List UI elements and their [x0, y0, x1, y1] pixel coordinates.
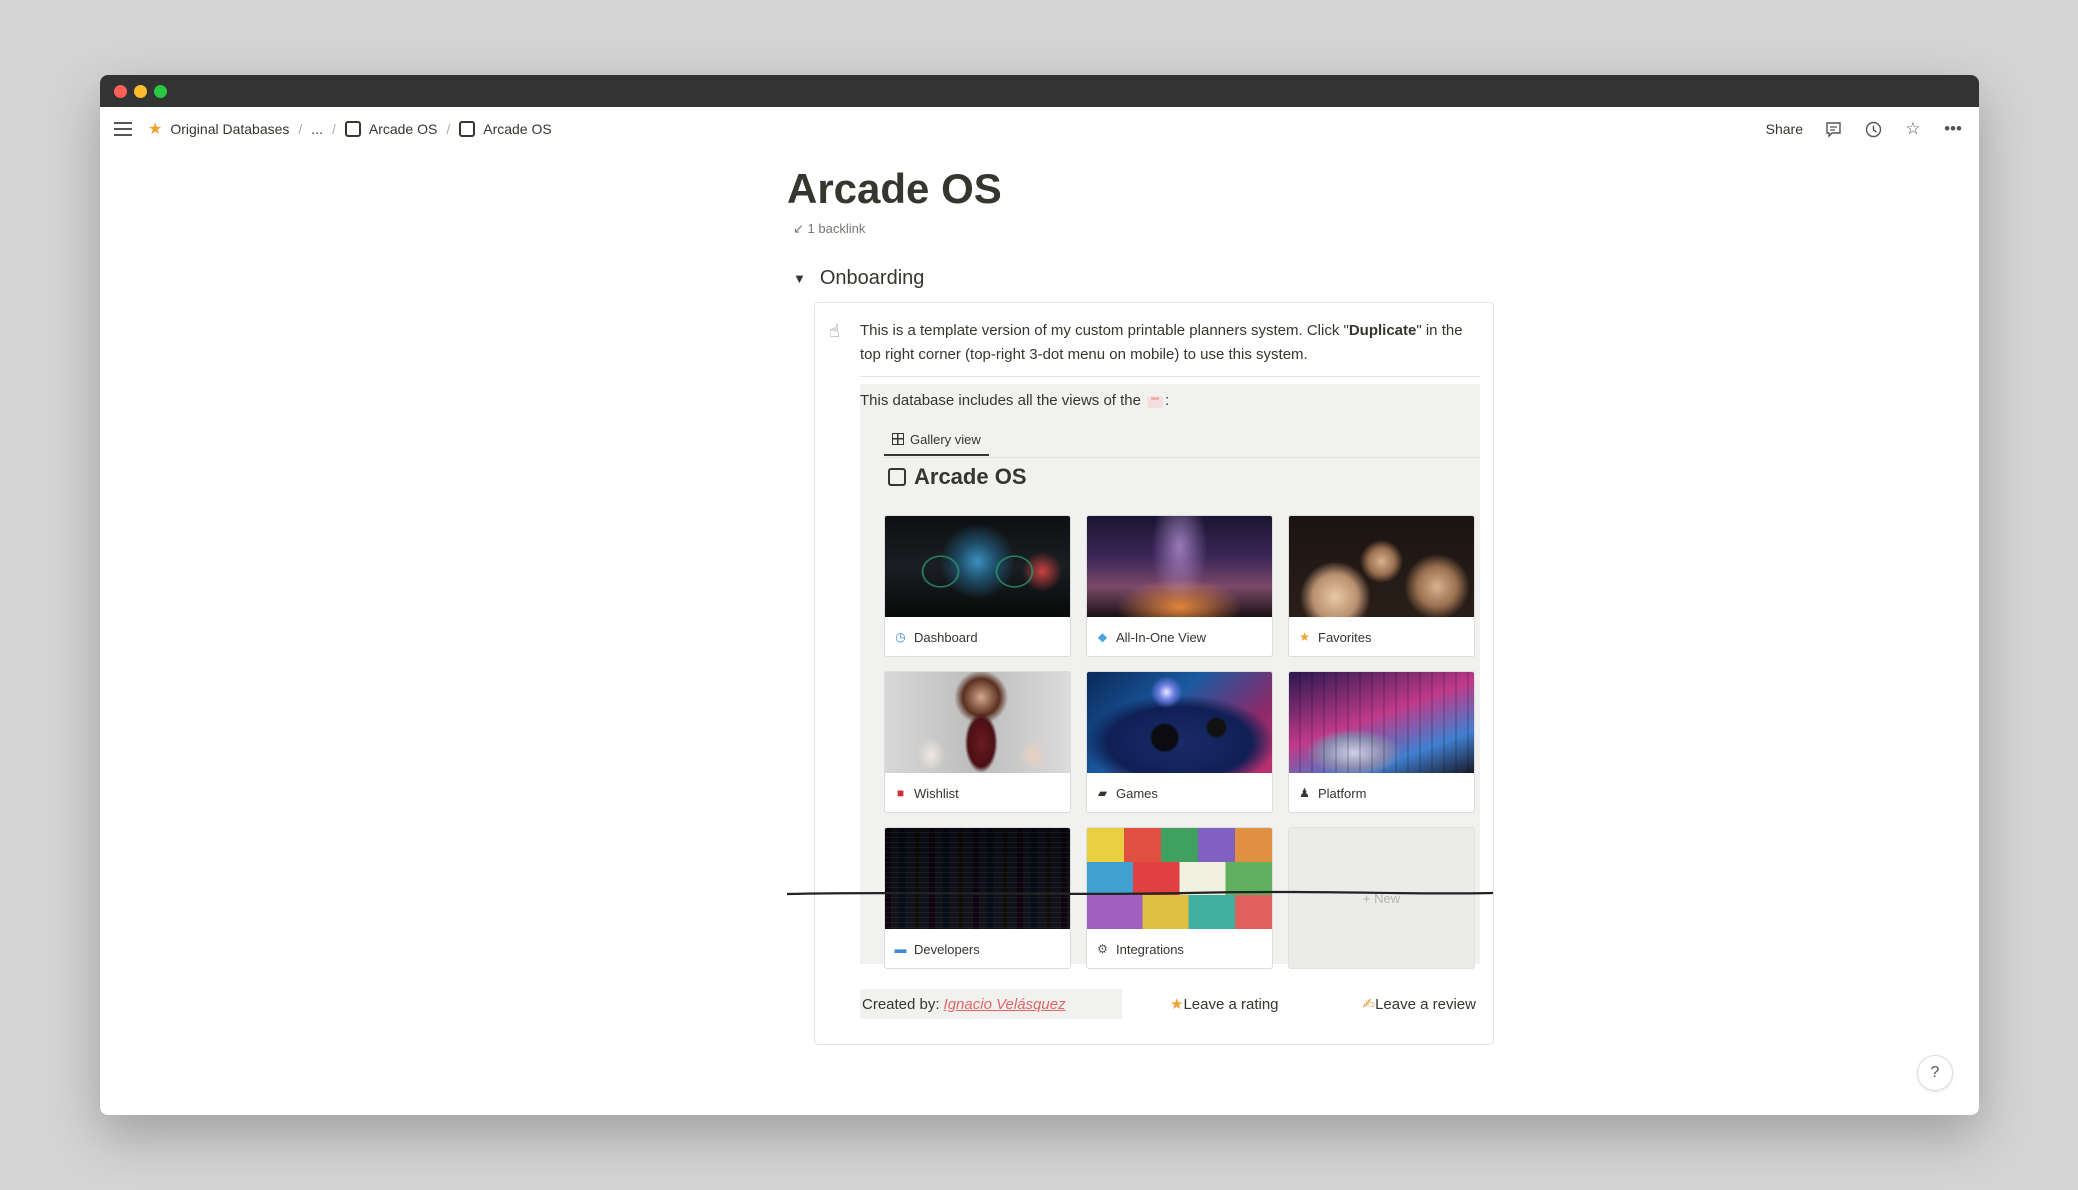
breadcrumb-item-original-databases[interactable]: Original Databases [170, 121, 289, 137]
joystick-icon: ♟ [1299, 786, 1310, 800]
backlink-link[interactable]: ↙ 1 backlink [793, 221, 865, 237]
card-label: Integrations [1116, 941, 1184, 957]
card-label: Favorites [1318, 629, 1372, 645]
gamepad-icon: ▰ [1097, 786, 1108, 800]
close-window-button[interactable] [114, 85, 127, 98]
breadcrumb-item-arcade-os-current[interactable]: Arcade OS [483, 121, 551, 137]
database-block: This database includes all the views of … [860, 384, 1480, 969]
intro-text-duplicate: Duplicate [1348, 322, 1417, 339]
star-icon: ★ [1299, 630, 1310, 644]
card-cover-image [1087, 828, 1272, 929]
database-description-text: This database includes all the views of … [860, 392, 1146, 409]
card-caption: ▬ Developers [885, 929, 1070, 968]
gear-icon: ⚙ [1097, 942, 1108, 956]
page-title: Arcade OS [787, 165, 1002, 212]
tab-gallery-view-label: Gallery view [910, 431, 981, 447]
history-icon[interactable] [1863, 119, 1883, 139]
hand-drawn-divider [787, 890, 1493, 896]
toggle-triangle-icon[interactable]: ▼ [793, 271, 806, 286]
shopping-bags-icon: ■ [896, 786, 905, 800]
writing-hand-icon: ✍ [1362, 996, 1376, 1013]
speedometer-icon: ◷ [895, 630, 906, 644]
help-button[interactable]: ? [1917, 1055, 1953, 1091]
card-cover-image [885, 516, 1070, 617]
card-caption: ★ Favorites [1289, 617, 1474, 656]
backlink-label: 1 backlink [807, 221, 866, 236]
card-caption: ⚙ Integrations [1087, 929, 1272, 968]
tab-gallery-view[interactable]: Gallery view [884, 424, 989, 456]
breadcrumb-separator: / [446, 121, 451, 137]
leave-review-link[interactable]: ✍ Leave a review [1363, 989, 1476, 1019]
pointing-hand-icon: ☝ [829, 321, 840, 341]
card-caption: ♟ Platform [1289, 773, 1474, 812]
breadcrumb-item-arcade-os-parent[interactable]: Arcade OS [369, 121, 437, 137]
database-title[interactable]: Arcade OS [888, 464, 1027, 490]
window-titlebar [100, 75, 1979, 107]
intro-text-part1: This is a template version of my custom … [860, 322, 1349, 339]
menu-icon[interactable] [114, 122, 132, 136]
created-by: Created by: Ignacio Velásquez [860, 989, 1122, 1019]
leave-review-label: Leave a review [1375, 995, 1476, 1013]
arcade-icon [888, 468, 906, 486]
gallery-grid-icon [892, 433, 904, 445]
arcade-icon [344, 121, 361, 137]
card-caption: ◆ All-In-One View [1087, 617, 1272, 656]
callout-footer: Created by: Ignacio Velásquez ★ Leave a r… [860, 989, 1480, 1019]
divider [860, 376, 1480, 377]
gallery-card-wishlist[interactable]: ■ Wishlist [884, 671, 1071, 813]
breadcrumb-separator: / [331, 121, 336, 137]
card-cover-image [885, 672, 1070, 773]
toggle-label: Onboarding [819, 267, 925, 289]
card-label: All-In-One View [1116, 629, 1207, 645]
app-window: ★ Original Databases / ... / Arcade OS /… [100, 75, 1979, 1115]
minimize-window-button[interactable] [134, 85, 147, 98]
card-cover-image [1289, 516, 1474, 617]
star-icon: ★ [148, 121, 163, 138]
created-by-label: Created by: [862, 995, 940, 1013]
gallery-card-all-in-one-view[interactable]: ◆ All-In-One View [1086, 515, 1273, 657]
more-options-icon[interactable]: ••• [1943, 119, 1963, 139]
favorite-star-icon[interactable]: ☆ [1903, 119, 1923, 139]
card-label: Developers [914, 941, 980, 957]
card-label: Games [1116, 785, 1158, 801]
breadcrumb: ★ Original Databases / ... / Arcade OS /… [148, 119, 552, 139]
breadcrumb-separator: / [298, 121, 303, 137]
leave-rating-link[interactable]: ★ Leave a rating [1170, 989, 1279, 1019]
comment-icon[interactable] [1823, 119, 1843, 139]
card-caption: ▰ Games [1087, 773, 1272, 812]
maximize-window-button[interactable] [154, 85, 167, 98]
gem-icon: ◆ [1097, 630, 1108, 644]
leave-rating-label: Leave a rating [1183, 995, 1279, 1013]
top-actions: Share ☆ ••• [1766, 107, 1963, 151]
card-cover-image [885, 828, 1070, 929]
card-caption: ◷ Dashboard [885, 617, 1070, 656]
onboarding-callout: ☝ This is a template version of my custo… [814, 302, 1494, 1045]
gallery-card-games[interactable]: ▰ Games [1086, 671, 1273, 813]
intro-text: This is a template version of my custom … [860, 319, 1480, 367]
star-icon: ★ [1170, 996, 1184, 1013]
monitor-icon: ▬ [894, 942, 907, 956]
card-cover-image [1087, 516, 1272, 617]
gallery-card-platform[interactable]: ♟ Platform [1288, 671, 1475, 813]
card-cover-image [1087, 672, 1272, 773]
database-description-colon: : [1164, 392, 1170, 409]
author-link[interactable]: Ignacio Velásquez [944, 996, 1066, 1013]
inline-mention-chip[interactable]: "" [1147, 396, 1163, 408]
top-bar: ★ Original Databases / ... / Arcade OS /… [100, 107, 1979, 151]
tab-underline [884, 457, 1480, 458]
toggle-onboarding[interactable]: ▼ Onboarding [793, 267, 924, 290]
gallery-card-dashboard[interactable]: ◷ Dashboard [884, 515, 1071, 657]
database-title-label: Arcade OS [914, 464, 1027, 489]
card-cover-image [1289, 672, 1474, 773]
card-label: Platform [1318, 785, 1367, 801]
card-caption: ■ Wishlist [885, 773, 1070, 812]
backlink-arrow-icon: ↙ [793, 221, 808, 236]
breadcrumb-item-ellipsis[interactable]: ... [311, 121, 323, 137]
gallery-card-favorites[interactable]: ★ Favorites [1288, 515, 1475, 657]
database-description: This database includes all the views of … [860, 392, 1169, 409]
arcade-icon [459, 121, 476, 137]
card-label: Dashboard [914, 629, 978, 645]
card-label: Wishlist [914, 785, 959, 801]
share-button[interactable]: Share [1766, 121, 1803, 137]
